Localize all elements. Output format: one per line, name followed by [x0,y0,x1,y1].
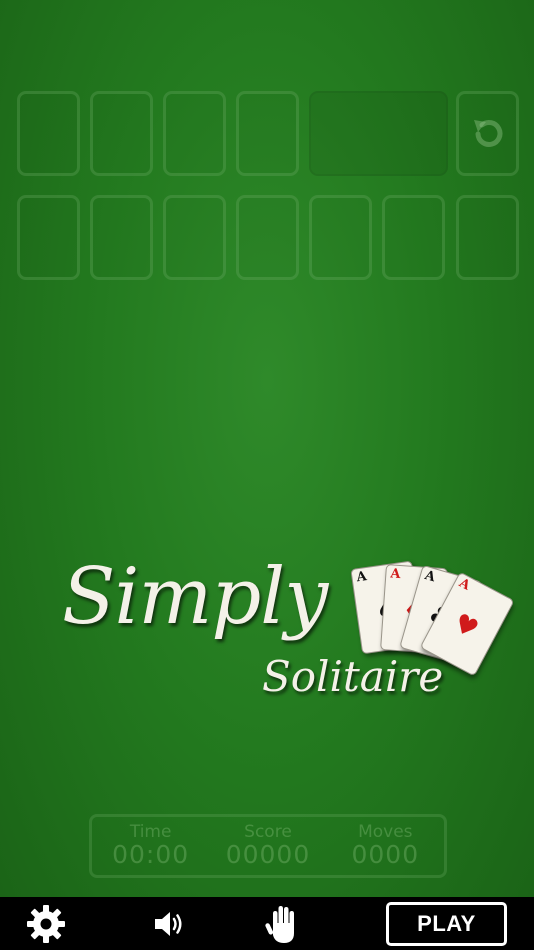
score-value: 00000 [225,840,311,869]
tableau-slot-4[interactable] [236,195,299,280]
logo-card-2-rank: A [389,566,401,583]
tableau-slot-3[interactable] [163,195,226,280]
logo-title-solitaire: Solitaire [262,652,444,701]
score-stat: Score 00000 [210,823,326,869]
sound-button[interactable] [148,903,190,945]
moves-value: 0000 [351,840,420,869]
settings-button[interactable] [25,903,67,945]
logo-card-3-rank: A [423,568,437,586]
tableau-slot-7[interactable] [456,195,519,280]
time-value: 00:00 [112,840,190,869]
foundation-slot-1[interactable] [17,91,80,176]
tableau-slot-1[interactable] [17,195,80,280]
moves-label: Moves [358,822,413,842]
tableau-slot-6[interactable] [382,195,445,280]
hint-button[interactable] [262,903,304,945]
redeal-icon [473,119,502,147]
foundation-slot-3[interactable] [163,91,226,176]
play-button[interactable]: PLAY [386,902,507,946]
bottom-toolbar: PLAY [0,897,534,950]
moves-stat: Moves 0000 [327,823,443,869]
stock-pile[interactable] [456,91,519,176]
logo-card-4-suit: ♥ [448,607,484,646]
waste-pile[interactable] [309,91,448,176]
tableau-slot-5[interactable] [309,195,372,280]
game-logo: A ♠ A ♦ A ♣ A ♥ Simply Solitaire [62,552,515,712]
logo-card-4-rank: A [456,575,473,594]
gear-icon [27,905,65,943]
foundation-slot-4[interactable] [236,91,299,176]
hand-icon [265,906,294,943]
logo-card-1-rank: A [355,569,368,586]
logo-title-simply: Simply [62,552,328,642]
time-label: Time [129,822,172,842]
tableau-slot-2[interactable] [90,195,153,280]
stats-panel: Time 00:00 Score 00000 Moves 0000 [89,814,447,878]
speaker-icon [155,912,182,936]
time-stat: Time 00:00 [93,823,209,869]
score-label: Score [244,822,292,842]
foundation-slot-2[interactable] [90,91,153,176]
